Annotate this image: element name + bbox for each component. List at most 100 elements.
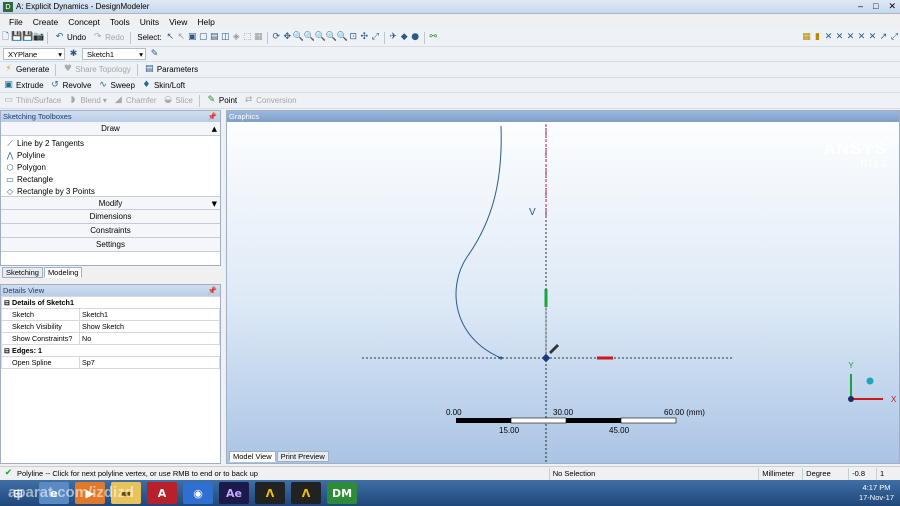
draw-section-header[interactable]: Draw ▲ xyxy=(1,122,220,136)
menu-view[interactable]: View xyxy=(169,17,187,27)
view-previous-icon[interactable]: ✣ xyxy=(359,32,370,43)
extrude-button[interactable]: ▣ Extrude xyxy=(3,80,43,91)
body-select-icon[interactable]: ▤ xyxy=(209,32,220,43)
save-as-icon[interactable]: 💾 xyxy=(22,32,33,43)
pan-icon[interactable]: ✥ xyxy=(282,32,293,43)
spline-endpoint[interactable] xyxy=(499,356,503,360)
select-cursor-icon[interactable]: ↖ xyxy=(165,32,176,43)
zoom-in-icon[interactable]: 🔍 xyxy=(326,32,337,43)
acrobat-icon[interactable]: A xyxy=(147,482,177,504)
tab-print-preview[interactable]: Print Preview xyxy=(276,451,329,462)
menu-file[interactable]: File xyxy=(9,17,23,27)
length-units[interactable]: Millimeter xyxy=(758,467,802,480)
sketch-select[interactable]: Sketch1 ▾ xyxy=(82,48,146,60)
origin-point[interactable] xyxy=(541,353,551,363)
parameter-link-icon[interactable]: ⚯ xyxy=(428,32,439,43)
details-value[interactable]: Sketch1 xyxy=(79,308,220,321)
box-zoom-icon[interactable]: 🔍 xyxy=(304,32,315,43)
edge-select-icon[interactable]: ▢ xyxy=(198,32,209,43)
new-plane-icon[interactable]: ✱ xyxy=(68,49,79,60)
edges-group-row[interactable]: ⊟ Edges: 1 xyxy=(1,344,220,357)
select-filter-icon[interactable]: ↖ xyxy=(176,32,187,43)
box-select-icon[interactable]: ⬚ xyxy=(242,32,253,43)
conversion-button[interactable]: ⇄ Conversion xyxy=(243,95,297,106)
table-row[interactable]: Open Spline Sp7 xyxy=(1,356,220,369)
menu-create[interactable]: Create xyxy=(33,17,59,27)
dimensions-section-header[interactable]: Dimensions xyxy=(1,210,220,224)
screenshot-icon[interactable]: 📷 xyxy=(33,32,44,43)
angle-units[interactable]: Degree xyxy=(802,467,848,480)
thin-surface-button[interactable]: ▭ Thin/Surface xyxy=(3,95,61,106)
save-icon[interactable]: 💾 xyxy=(11,32,22,43)
parameters-button[interactable]: ▤ Parameters xyxy=(144,64,198,75)
ansys-icon[interactable]: Λ xyxy=(291,482,321,504)
display-model-icon[interactable]: ◆ xyxy=(399,32,410,43)
table-row[interactable]: Sketch Sketch1 xyxy=(1,308,220,321)
point-select-icon[interactable]: ◫ xyxy=(220,32,231,43)
line-tool-d-icon[interactable]: ✕ xyxy=(856,32,867,43)
constraints-section-header[interactable]: Constraints xyxy=(1,224,220,238)
system-tray[interactable]: 4:17 PM 17-Nov-17 xyxy=(859,483,894,503)
menu-units[interactable]: Units xyxy=(140,17,159,27)
details-group-row[interactable]: ⊟ Details of Sketch1 xyxy=(1,296,220,309)
plane-select[interactable]: XYPlane ▾ xyxy=(3,48,65,60)
tab-sketching[interactable]: Sketching xyxy=(2,267,43,278)
display-edges-icon[interactable]: ▦ xyxy=(801,32,812,43)
menu-tools[interactable]: Tools xyxy=(110,17,130,27)
chevron-up-icon[interactable]: ▲ xyxy=(212,122,217,136)
draw-item-line-by-2-tangents[interactable]: ⟋ Line by 2 Tangents xyxy=(1,138,220,150)
chamfer-button[interactable]: ◢ Chamfer xyxy=(113,95,157,106)
share-topology-button[interactable]: ♥ Share Topology xyxy=(62,64,131,75)
zoom-icon[interactable]: 🔍 xyxy=(293,32,304,43)
menu-concept[interactable]: Concept xyxy=(68,17,100,27)
zoom-fit-icon[interactable]: 🔍 xyxy=(315,32,326,43)
designmodeler-icon[interactable]: DM xyxy=(327,482,357,504)
close-button[interactable]: ✕ xyxy=(888,1,896,12)
details-value[interactable]: No xyxy=(79,332,220,345)
look-at-icon[interactable]: ✈ xyxy=(388,32,399,43)
display-point-icon[interactable]: ● xyxy=(410,32,421,43)
revolve-button[interactable]: ↺ Revolve xyxy=(50,80,91,91)
table-row[interactable]: Show Constraints? No xyxy=(1,332,220,345)
zoom-out-icon[interactable]: 🔍 xyxy=(337,32,348,43)
graphics-viewport[interactable]: Graphics V Y X ANSYS R16.2 0.00 30.00 60… xyxy=(226,110,900,464)
view-next-icon[interactable]: ⤢ xyxy=(370,32,381,43)
new-icon[interactable]: 🗋 xyxy=(0,32,11,43)
collapse-icon[interactable]: ⊟ xyxy=(4,346,12,355)
line-tool-f-icon[interactable]: ↗ xyxy=(878,32,889,43)
slice-button[interactable]: ◒ Slice xyxy=(163,95,193,106)
sweep-button[interactable]: ∿ Sweep xyxy=(97,80,135,91)
details-value[interactable]: Show Sketch xyxy=(79,320,220,333)
redo-button[interactable]: ↷ Redo xyxy=(92,32,124,43)
skin-loft-button[interactable]: ♦ Skin/Loft xyxy=(141,80,185,91)
new-sketch-icon[interactable]: ✎ xyxy=(149,49,160,60)
draw-item-rectangle-by-3-points[interactable]: ◇ Rectangle by 3 Points xyxy=(1,186,220,196)
tab-model-view[interactable]: Model View xyxy=(229,451,276,462)
line-tool-e-icon[interactable]: ✕ xyxy=(867,32,878,43)
modify-section-header[interactable]: Modify ▼ xyxy=(1,196,220,210)
line-tool-g-icon[interactable]: ⤢ xyxy=(889,32,900,43)
tab-modeling[interactable]: Modeling xyxy=(43,267,83,278)
settings-section-header[interactable]: Settings xyxy=(1,238,220,252)
menu-help[interactable]: Help xyxy=(197,17,214,27)
extend-selection-icon[interactable]: ◈ xyxy=(231,32,242,43)
draw-item-rectangle[interactable]: ▭ Rectangle xyxy=(1,174,220,186)
chevron-down-icon[interactable]: ▼ xyxy=(212,197,217,211)
edge-coloring-icon[interactable]: ▮ xyxy=(812,32,823,43)
open-spline[interactable] xyxy=(455,125,502,359)
triad-isometric-ball[interactable] xyxy=(866,377,874,385)
draw-item-polyline[interactable]: ⋀ Polyline xyxy=(1,150,220,162)
draw-item-polygon[interactable]: ⬡ Polygon xyxy=(1,162,220,174)
magnifier-icon[interactable]: ⊡ xyxy=(348,32,359,43)
ansys-workbench-icon[interactable]: Λ xyxy=(255,482,285,504)
line-tool-b-icon[interactable]: ✕ xyxy=(834,32,845,43)
pin-icon[interactable]: 📌 xyxy=(208,285,217,296)
face-select-icon[interactable]: ▣ xyxy=(187,32,198,43)
line-tool-a-icon[interactable]: ✕ xyxy=(823,32,834,43)
minimize-button[interactable]: – xyxy=(858,1,863,12)
collapse-icon[interactable]: ⊟ xyxy=(4,298,12,307)
point-button[interactable]: ✎ Point xyxy=(206,95,238,106)
details-value[interactable]: Sp7 xyxy=(79,356,220,369)
blend-button[interactable]: ◗ Blend ▾ xyxy=(67,95,106,106)
after-effects-icon[interactable]: Ae xyxy=(219,482,249,504)
